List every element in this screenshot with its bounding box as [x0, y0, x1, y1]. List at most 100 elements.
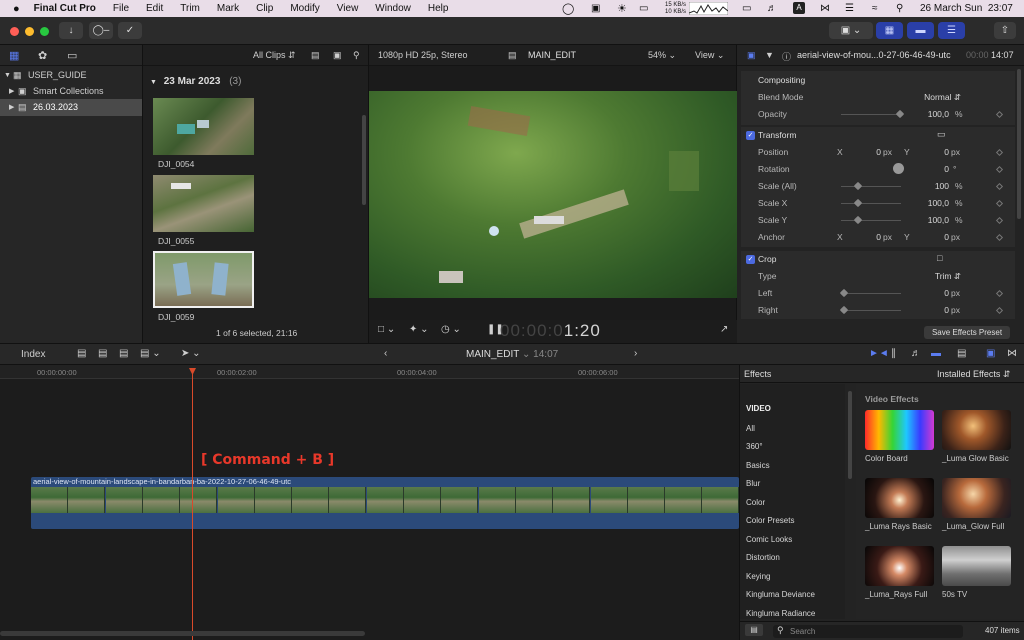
keyframe-icon[interactable] [995, 216, 1004, 225]
color-inspector-icon[interactable]: ▼ [765, 50, 774, 60]
photos-icon[interactable]: ✿ [38, 49, 47, 62]
scale-x-knob[interactable] [853, 198, 863, 208]
menu-view[interactable]: View [337, 3, 359, 14]
timeline-scrollbar[interactable] [0, 631, 365, 636]
inspector-scrollbar[interactable] [1017, 69, 1021, 219]
opacity-slider[interactable] [841, 114, 901, 115]
search-icon[interactable]: ⚲ [896, 3, 903, 14]
clock[interactable]: 26 March Sun 23:07 [920, 3, 1013, 14]
control-icon[interactable]: ☰ [845, 3, 854, 14]
scale-all-knob[interactable] [853, 181, 863, 191]
titles-icon[interactable]: ▭ [67, 49, 77, 62]
clip-thumbnail-selected[interactable] [153, 251, 254, 308]
transform-checkbox[interactable]: ✓ [746, 131, 755, 140]
keyframe-icon[interactable] [995, 289, 1004, 298]
playhead[interactable] [192, 369, 193, 640]
menu-clip[interactable]: Clip [256, 3, 273, 14]
category-item[interactable]: Color [746, 498, 765, 507]
minimize-button[interactable] [25, 27, 34, 36]
crop-checkbox[interactable]: ✓ [746, 255, 755, 264]
timeline[interactable]: 00:00:00:00 00:00:02:00 00:00:04:00 00:0… [0, 365, 739, 640]
installed-effects-popup[interactable]: Installed Effects ⇵ [937, 369, 1010, 380]
back-arrow-icon[interactable]: ‹ [384, 348, 387, 359]
position-y-value[interactable]: 0 [919, 147, 949, 157]
menu-mark[interactable]: Mark [217, 3, 239, 14]
effects-browser-icon[interactable]: ▣ [986, 348, 995, 359]
share-button[interactable]: ⇧ [994, 22, 1016, 39]
category-item[interactable]: Basics [746, 461, 770, 470]
video-frame[interactable] [369, 91, 737, 298]
scale-all-slider[interactable] [841, 186, 901, 187]
zoom-button[interactable] [40, 27, 49, 36]
smart-collections-row[interactable]: ▶ ▣ Smart Collections [0, 83, 142, 100]
libraries-icon[interactable]: ▦ [9, 49, 19, 62]
brightness-icon[interactable]: ☀ [617, 2, 627, 15]
sidebar-toggle-icon[interactable]: ▤ [745, 624, 763, 636]
category-item[interactable]: Comic Looks [746, 535, 792, 544]
transform-onscreen-icon[interactable]: ▭ [937, 129, 946, 140]
connect-clip-icon[interactable]: ▤ [77, 348, 86, 359]
clip-thumbnail[interactable] [153, 175, 254, 232]
menu-window[interactable]: Window [375, 3, 411, 14]
show-timeline-button[interactable]: ▬ [907, 22, 934, 39]
opacity-slider-knob[interactable] [895, 109, 905, 119]
disclosure-icon[interactable]: ▶ [9, 99, 14, 116]
disclosure-icon[interactable]: ▼ [150, 79, 157, 86]
category-item[interactable]: Kingluma Deviance [746, 590, 815, 599]
view-popup[interactable]: View ⌄ [695, 50, 724, 61]
browser-search-icon[interactable]: ⚲ [353, 50, 360, 61]
background-tasks-button[interactable]: ✓ [118, 22, 142, 39]
category-scrollbar[interactable] [848, 391, 852, 479]
crop-right-value[interactable]: 0 [919, 305, 949, 315]
scale-x-value[interactable]: 100,0 [911, 198, 949, 208]
effect-thumbnail[interactable] [865, 478, 934, 518]
timeline-ruler[interactable]: 00:00:00:00 00:00:02:00 00:00:04:00 00:0… [0, 365, 739, 379]
scale-y-knob[interactable] [853, 215, 863, 225]
video-clip[interactable]: aerial-view-of-mountain-landscape-in-ban… [31, 477, 739, 529]
solo-icon[interactable]: ♬ [911, 348, 921, 359]
overwrite-clip-icon[interactable]: ▤ ⌄ [140, 348, 161, 359]
screens-icon[interactable]: ▣ [591, 3, 600, 14]
scale-x-slider[interactable] [841, 203, 901, 204]
category-item[interactable]: Kingluma Radiance [746, 609, 815, 618]
crop-type-popup[interactable]: Trim ⇵ [911, 271, 961, 282]
library-row[interactable]: ▼ ▦ USER_GUIDE [0, 67, 142, 84]
battery-icon[interactable]: ▭ [639, 3, 648, 14]
apple-icon[interactable]: ● [13, 3, 20, 15]
insert-clip-icon[interactable]: ▤ [98, 348, 107, 359]
crop-right-knob[interactable] [839, 305, 849, 315]
rotation-value[interactable]: 0 [919, 164, 949, 174]
category-item[interactable]: 360° [746, 442, 763, 451]
forward-arrow-icon[interactable]: › [634, 348, 637, 359]
crop-left-slider[interactable] [841, 293, 901, 294]
transitions-browser-icon[interactable]: ⋈ [1007, 348, 1017, 359]
enhance-icon[interactable]: ✦ ⌄ [409, 324, 429, 335]
keyframe-icon[interactable] [995, 306, 1004, 315]
category-item[interactable]: Keying [746, 572, 770, 581]
volume-icon[interactable]: ♬ [767, 3, 777, 14]
menu-file[interactable]: File [113, 3, 129, 14]
keyframe-icon[interactable] [995, 233, 1004, 242]
transform-tool-icon[interactable]: □ ⌄ [378, 324, 395, 335]
keywords-button[interactable]: ◯– [89, 22, 113, 39]
effects-search-input[interactable]: ⚲ Search [773, 625, 963, 638]
crop-left-value[interactable]: 0 [919, 288, 949, 298]
effect-thumbnail[interactable] [942, 478, 1011, 518]
zoom-popup[interactable]: 54% ⌄ [648, 50, 676, 61]
clip-thumbnail[interactable] [153, 98, 254, 155]
select-tool-icon[interactable]: ➤ ⌄ [181, 348, 201, 359]
effect-thumbnail[interactable] [942, 410, 1011, 450]
scale-y-slider[interactable] [841, 220, 901, 221]
clip-appearance-icon[interactable]: ▤ [957, 348, 966, 359]
clip-filter-popup[interactable]: All Clips ⇵ [253, 50, 296, 61]
effect-thumbnail[interactable] [865, 546, 934, 586]
append-clip-icon[interactable]: ▤ [119, 348, 128, 359]
feedback-button[interactable]: ▣ ⌄ [829, 22, 873, 39]
filmstrip-icon[interactable]: ▣ [333, 50, 342, 61]
index-button[interactable]: Index [21, 349, 45, 360]
blend-mode-popup[interactable]: Normal ⇵ [911, 92, 961, 103]
retime-icon[interactable]: ◷ ⌄ [441, 324, 461, 335]
scale-y-value[interactable]: 100,0 [911, 215, 949, 225]
category-item[interactable]: All [746, 424, 755, 433]
show-browser-button[interactable]: ▦ [876, 22, 903, 39]
